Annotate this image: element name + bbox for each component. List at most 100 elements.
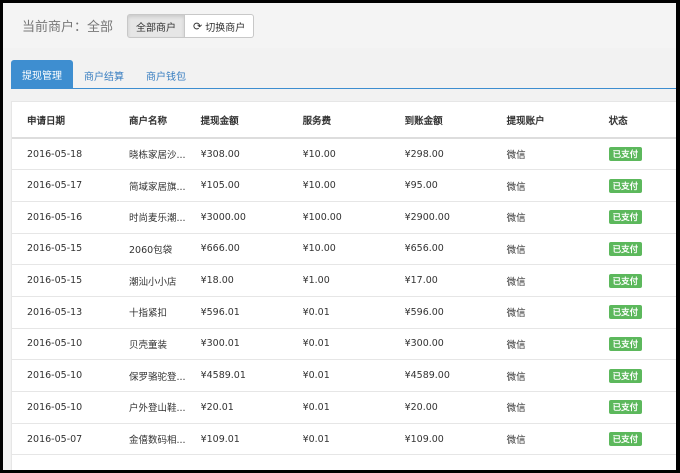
status-badge: 已支付: [608, 336, 643, 351]
table-header-row: 申请日期 商户名称 提现金额 服务费 到账金额 提现账户 状态: [12, 102, 676, 139]
cell-received: ¥300.00: [389, 328, 492, 361]
cell-merchant: 户外登山鞋...: [114, 391, 186, 424]
cell-amount: ¥666.00: [185, 233, 288, 266]
cell-status: 已支付: [593, 359, 676, 392]
cell-fee: ¥100.00: [287, 201, 390, 234]
cell-date: 2016-05-15: [12, 233, 114, 266]
cell-fee: ¥0.01: [287, 359, 390, 392]
cell-status: 已支付: [593, 391, 676, 424]
status-badge: 已支付: [608, 241, 643, 256]
status-badge: 已支付: [608, 178, 643, 193]
cell-fee: ¥10.00: [287, 138, 390, 171]
cell-account: 微信: [491, 296, 594, 329]
table-row: 2016-05-13 十指紧扣 ¥596.01 ¥0.01 ¥596.00 微信…: [12, 296, 676, 329]
cell-amount: ¥109.01: [185, 423, 288, 456]
table-row: 2016-05-15 潮汕小小店 ¥18.00 ¥1.00 ¥17.00 微信 …: [12, 264, 676, 297]
cell-fee: ¥0.01: [287, 296, 390, 329]
cell-merchant: 时尚麦乐潮...: [114, 201, 186, 234]
cell-fee: ¥0.01: [287, 423, 390, 456]
cell-merchant: 2060包袋: [114, 233, 186, 266]
cell-received: ¥298.00: [389, 138, 492, 171]
cell-amount: ¥300.01: [185, 328, 288, 361]
cell-amount: ¥105.00: [185, 169, 288, 202]
cell-received: ¥2900.00: [389, 201, 492, 234]
table-row: 2016-05-10 户外登山鞋... ¥20.01 ¥0.01 ¥20.00 …: [12, 391, 676, 424]
tab-merchant-settlement[interactable]: 商户结算: [73, 61, 135, 89]
tab-merchant-wallet[interactable]: 商户钱包: [135, 61, 197, 89]
withdrawal-panel: 申请日期 商户名称 提现金额 服务费 到账金额 提现账户 状态 2016-05-…: [11, 101, 676, 470]
cell-date: 2016-05-10: [12, 391, 114, 424]
cell-account: 微信: [491, 169, 594, 202]
cell-account: 微信: [491, 201, 594, 234]
cell-date: 2016-05-10: [12, 328, 114, 361]
cell-account: 微信: [491, 423, 594, 456]
table-row: 2016-05-10 贝壳童装 ¥300.01 ¥0.01 ¥300.00 微信…: [12, 328, 676, 361]
status-badge: 已支付: [608, 210, 643, 225]
cell-date: 2016-05-17: [12, 169, 114, 202]
current-merchant-label: 当前商户：全部: [22, 20, 114, 35]
table-row: 2016-05-18 晓栋家居沙... ¥308.00 ¥10.00 ¥298.…: [12, 138, 676, 171]
table-row: 2016-05-15 2060包袋 ¥666.00 ¥10.00 ¥656.00…: [12, 233, 676, 266]
cell-account: 微信: [491, 138, 594, 171]
cell-received: ¥109.00: [389, 423, 492, 456]
cell-amount: ¥308.00: [185, 138, 288, 171]
cell-date: 2016-05-10: [12, 359, 114, 392]
merchant-button-group: 全部商户 ⟳ 切换商户: [127, 14, 255, 38]
column-header-received: 到账金额: [389, 102, 492, 139]
cell-status: 已支付: [593, 233, 676, 266]
cell-status: 已支付: [593, 201, 676, 234]
cell-date: 2016-05-16: [12, 201, 114, 234]
cell-date: 2016-05-18: [12, 138, 114, 171]
cell-received: ¥95.00: [389, 169, 492, 202]
all-merchants-button[interactable]: 全部商户: [127, 14, 185, 38]
cell-fee: ¥0.01: [287, 391, 390, 424]
cell-amount: ¥3000.00: [185, 201, 288, 234]
cell-status: 已支付: [593, 328, 676, 361]
cell-amount: ¥596.01: [185, 296, 288, 329]
cell-account: 微信: [491, 264, 594, 297]
column-header-date: 申请日期: [12, 102, 114, 139]
cell-fee: ¥10.00: [287, 169, 390, 202]
cell-status: 已支付: [593, 138, 676, 171]
cell-amount: ¥20.01: [185, 391, 288, 424]
cell-date: 2016-05-13: [12, 296, 114, 329]
cell-merchant: 金僖数码相...: [114, 423, 186, 456]
column-header-status: 状态: [593, 102, 676, 139]
cell-fee: ¥1.00: [287, 264, 390, 297]
switch-merchant-button[interactable]: ⟳ 切换商户: [185, 14, 255, 38]
refresh-icon: ⟳: [193, 19, 203, 33]
table-row: 2016-05-16 时尚麦乐潮... ¥3000.00 ¥100.00 ¥29…: [12, 201, 676, 234]
cell-merchant: 简域家居旗...: [114, 169, 186, 202]
cell-amount: ¥18.00: [185, 264, 288, 297]
cell-status: 已支付: [593, 423, 676, 456]
tab-underline: [11, 88, 676, 89]
table-row: 2016-05-10 保罗骆驼登... ¥4589.01 ¥0.01 ¥4589…: [12, 359, 676, 392]
cell-account: 微信: [491, 359, 594, 392]
cell-merchant: 贝壳童装: [114, 328, 186, 361]
status-badge: 已支付: [608, 400, 643, 415]
column-header-merchant: 商户名称: [114, 102, 186, 139]
cell-received: ¥17.00: [389, 264, 492, 297]
table-row: 2016-05-07 金僖数码相... ¥109.01 ¥0.01 ¥109.0…: [12, 423, 676, 456]
withdrawal-table: 申请日期 商户名称 提现金额 服务费 到账金额 提现账户 状态 2016-05-…: [12, 102, 676, 456]
cell-date: 2016-05-07: [12, 423, 114, 456]
cell-amount: ¥4589.01: [185, 359, 288, 392]
tab-label: 提现管理: [22, 71, 62, 82]
cell-status: 已支付: [593, 296, 676, 329]
cell-merchant: 潮汕小小店: [114, 264, 186, 297]
tab-label: 商户钱包: [146, 71, 186, 83]
status-badge: 已支付: [608, 273, 643, 288]
cell-status: 已支付: [593, 169, 676, 202]
status-badge: 已支付: [608, 147, 643, 162]
tab-withdrawal-management[interactable]: 提现管理: [11, 60, 73, 89]
cell-account: 微信: [491, 391, 594, 424]
all-merchants-button-label: 全部商户: [136, 22, 176, 34]
cell-received: ¥656.00: [389, 233, 492, 266]
cell-received: ¥20.00: [389, 391, 492, 424]
tab-label: 商户结算: [84, 71, 124, 83]
top-bar: 当前商户：全部 全部商户 ⟳ 切换商户: [3, 3, 676, 48]
status-badge: 已支付: [608, 305, 643, 320]
cell-received: ¥4589.00: [389, 359, 492, 392]
column-header-fee: 服务费: [287, 102, 390, 139]
tab-bar: 提现管理 商户结算 商户钱包: [11, 60, 197, 89]
